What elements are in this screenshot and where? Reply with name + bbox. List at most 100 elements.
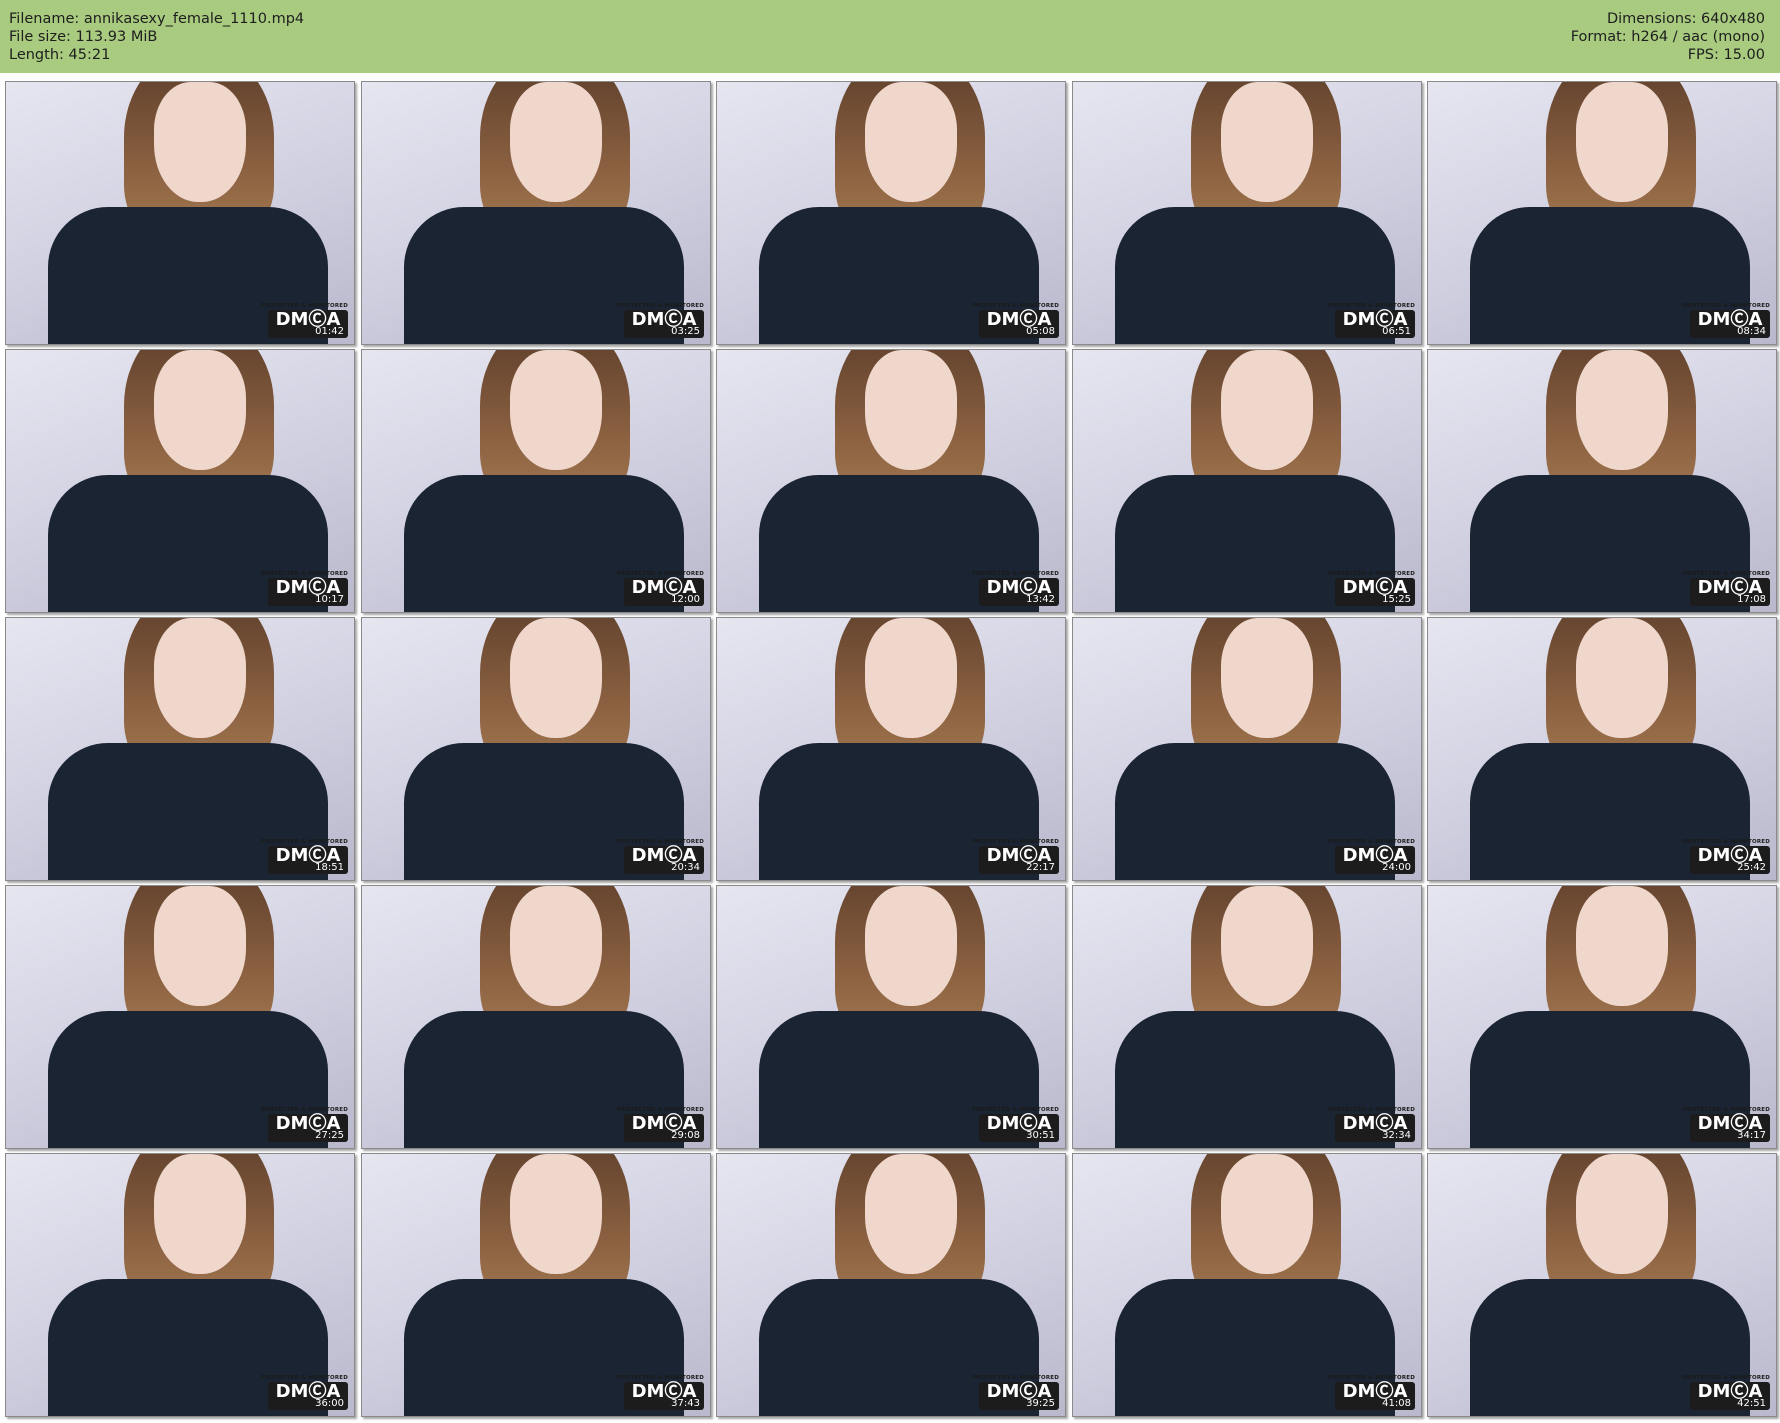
frame-figure xyxy=(154,1154,246,1274)
frame-figure xyxy=(510,618,602,738)
frame-figure xyxy=(1576,1154,1668,1274)
timestamp: 01:42 xyxy=(315,326,344,337)
info-header: Filename: annikasexy_female_1110.mp4 Fil… xyxy=(0,0,1780,73)
frame-figure xyxy=(865,350,957,470)
dmca-badge: PROTECTED & MONITORED DMⒸA 13:42 xyxy=(972,571,1059,606)
video-info: Dimensions: 640x480 Format: h264 / aac (… xyxy=(1571,10,1765,64)
timestamp: 12:00 xyxy=(671,594,700,605)
timestamp: 30:51 xyxy=(1026,1130,1055,1141)
dmca-badge: PROTECTED & MONITORED DMⒸA 20:34 xyxy=(617,839,704,874)
dmca-badge: PROTECTED & MONITORED DMⒸA 36:00 xyxy=(261,1375,348,1410)
dmca-badge: PROTECTED & MONITORED DMⒸA 25:42 xyxy=(1683,839,1770,874)
frame-figure xyxy=(154,618,246,738)
video-thumbnail: PROTECTED & MONITORED DMⒸA 08:34 xyxy=(1427,81,1777,345)
frame-figure xyxy=(510,82,602,202)
frame-figure xyxy=(1576,886,1668,1006)
video-thumbnail: PROTECTED & MONITORED DMⒸA 01:42 xyxy=(5,81,355,345)
video-thumbnail: PROTECTED & MONITORED DMⒸA 42:51 xyxy=(1427,1153,1777,1417)
dmca-badge: PROTECTED & MONITORED DMⒸA 01:42 xyxy=(261,303,348,338)
frame-figure xyxy=(1221,886,1313,1006)
filesize-text: File size: 113.93 MiB xyxy=(9,29,158,45)
video-thumbnail: PROTECTED & MONITORED DMⒸA 03:25 xyxy=(361,81,711,345)
timestamp: 24:00 xyxy=(1382,862,1411,873)
video-thumbnail: PROTECTED & MONITORED DMⒸA 27:25 xyxy=(5,885,355,1149)
timestamp: 15:25 xyxy=(1382,594,1411,605)
dmca-badge: PROTECTED & MONITORED DMⒸA 29:08 xyxy=(617,1107,704,1142)
video-thumbnail: PROTECTED & MONITORED DMⒸA 36:00 xyxy=(5,1153,355,1417)
dmca-badge: PROTECTED & MONITORED DMⒸA 10:17 xyxy=(261,571,348,606)
timestamp: 22:17 xyxy=(1026,862,1055,873)
video-thumbnail: PROTECTED & MONITORED DMⒸA 17:08 xyxy=(1427,349,1777,613)
timestamp: 39:25 xyxy=(1026,1398,1055,1409)
video-thumbnail: PROTECTED & MONITORED DMⒸA 29:08 xyxy=(361,885,711,1149)
frame-figure xyxy=(865,618,957,738)
frame-figure xyxy=(1221,350,1313,470)
video-thumbnail: PROTECTED & MONITORED DMⒸA 12:00 xyxy=(361,349,711,613)
timestamp: 34:17 xyxy=(1737,1130,1766,1141)
frame-figure xyxy=(1576,350,1668,470)
timestamp: 20:34 xyxy=(671,862,700,873)
dmca-badge: PROTECTED & MONITORED DMⒸA 34:17 xyxy=(1683,1107,1770,1142)
dmca-badge: PROTECTED & MONITORED DMⒸA 12:00 xyxy=(617,571,704,606)
dmca-badge: PROTECTED & MONITORED DMⒸA 17:08 xyxy=(1683,571,1770,606)
frame-figure xyxy=(510,1154,602,1274)
timestamp: 08:34 xyxy=(1737,326,1766,337)
thumbnail-grid: PROTECTED & MONITORED DMⒸA 01:42 PROTECTED … xyxy=(0,73,1780,1423)
frame-figure xyxy=(1221,1154,1313,1274)
video-thumbnail: PROTECTED & MONITORED DMⒸA 30:51 xyxy=(716,885,1066,1149)
frame-figure xyxy=(865,1154,957,1274)
length-text: Length: 45:21 xyxy=(9,47,111,63)
video-thumbnail: PROTECTED & MONITORED DMⒸA 24:00 xyxy=(1072,617,1422,881)
video-thumbnail: PROTECTED & MONITORED DMⒸA 37:43 xyxy=(361,1153,711,1417)
timestamp: 42:51 xyxy=(1737,1398,1766,1409)
frame-figure xyxy=(1221,82,1313,202)
dimensions-text: Dimensions: 640x480 xyxy=(1606,11,1765,27)
timestamp: 05:08 xyxy=(1026,326,1055,337)
dmca-badge: PROTECTED & MONITORED DMⒸA 08:34 xyxy=(1683,303,1770,338)
frame-figure xyxy=(865,82,957,202)
timestamp: 37:43 xyxy=(671,1398,700,1409)
frame-figure xyxy=(154,886,246,1006)
timestamp: 36:00 xyxy=(315,1398,344,1409)
dmca-badge: PROTECTED & MONITORED DMⒸA 30:51 xyxy=(972,1107,1059,1142)
dmca-badge: PROTECTED & MONITORED DMⒸA 06:51 xyxy=(1328,303,1415,338)
video-thumbnail: PROTECTED & MONITORED DMⒸA 32:34 xyxy=(1072,885,1422,1149)
video-thumbnail: PROTECTED & MONITORED DMⒸA 06:51 xyxy=(1072,81,1422,345)
video-thumbnail: PROTECTED & MONITORED DMⒸA 05:08 xyxy=(716,81,1066,345)
filename-text: Filename: annikasexy_female_1110.mp4 xyxy=(9,11,305,27)
file-info: Filename: annikasexy_female_1110.mp4 Fil… xyxy=(9,10,304,64)
frame-figure xyxy=(154,350,246,470)
fps-text: FPS: 15.00 xyxy=(1687,47,1765,63)
timestamp: 32:34 xyxy=(1382,1130,1411,1141)
timestamp: 13:42 xyxy=(1026,594,1055,605)
frame-figure xyxy=(1221,618,1313,738)
dmca-badge: PROTECTED & MONITORED DMⒸA 22:17 xyxy=(972,839,1059,874)
video-thumbnail: PROTECTED & MONITORED DMⒸA 15:25 xyxy=(1072,349,1422,613)
timestamp: 06:51 xyxy=(1382,326,1411,337)
dmca-badge: PROTECTED & MONITORED DMⒸA 15:25 xyxy=(1328,571,1415,606)
video-thumbnail: PROTECTED & MONITORED DMⒸA 13:42 xyxy=(716,349,1066,613)
timestamp: 03:25 xyxy=(671,326,700,337)
dmca-badge: PROTECTED & MONITORED DMⒸA 03:25 xyxy=(617,303,704,338)
frame-figure xyxy=(154,82,246,202)
timestamp: 17:08 xyxy=(1737,594,1766,605)
timestamp: 29:08 xyxy=(671,1130,700,1141)
frame-figure xyxy=(1576,618,1668,738)
video-thumbnail: PROTECTED & MONITORED DMⒸA 39:25 xyxy=(716,1153,1066,1417)
dmca-badge: PROTECTED & MONITORED DMⒸA 32:34 xyxy=(1328,1107,1415,1142)
video-thumbnail: PROTECTED & MONITORED DMⒸA 20:34 xyxy=(361,617,711,881)
frame-figure xyxy=(1576,82,1668,202)
timestamp: 41:08 xyxy=(1382,1398,1411,1409)
dmca-badge: PROTECTED & MONITORED DMⒸA 05:08 xyxy=(972,303,1059,338)
timestamp: 25:42 xyxy=(1737,862,1766,873)
timestamp: 18:51 xyxy=(315,862,344,873)
video-thumbnail: PROTECTED & MONITORED DMⒸA 25:42 xyxy=(1427,617,1777,881)
timestamp: 27:25 xyxy=(315,1130,344,1141)
dmca-badge: PROTECTED & MONITORED DMⒸA 18:51 xyxy=(261,839,348,874)
video-thumbnail: PROTECTED & MONITORED DMⒸA 41:08 xyxy=(1072,1153,1422,1417)
dmca-badge: PROTECTED & MONITORED DMⒸA 39:25 xyxy=(972,1375,1059,1410)
frame-figure xyxy=(510,886,602,1006)
dmca-badge: PROTECTED & MONITORED DMⒸA 42:51 xyxy=(1683,1375,1770,1410)
dmca-badge: PROTECTED & MONITORED DMⒸA 24:00 xyxy=(1328,839,1415,874)
format-text: Format: h264 / aac (mono) xyxy=(1570,29,1765,45)
